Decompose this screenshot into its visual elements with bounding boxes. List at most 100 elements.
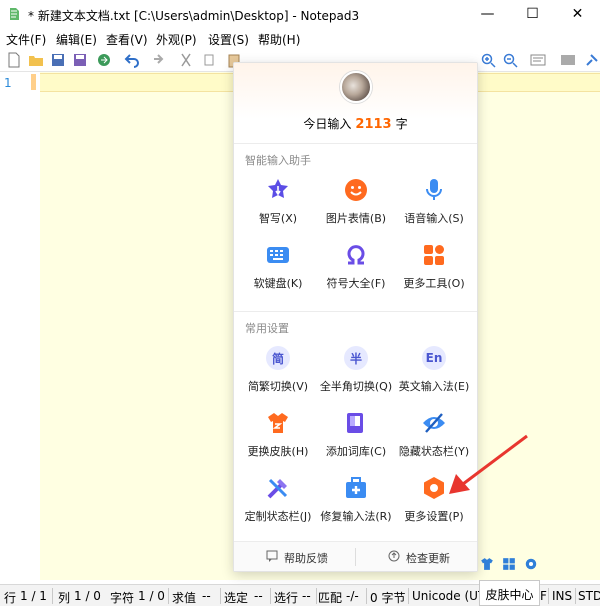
item-label: 英文输入法(E) (398, 380, 470, 393)
menu-help[interactable]: 帮助(H) (258, 31, 300, 48)
today-input-label: 今日输入 (303, 117, 352, 131)
toolbox-grid-icon[interactable] (502, 557, 516, 571)
item-label: 软键盘(K) (253, 277, 303, 290)
hexagon-settings-icon (424, 477, 444, 499)
panel-footer: 帮助反馈 检查更新 (234, 541, 477, 571)
footer-divider (355, 548, 356, 566)
item-english-input[interactable]: En 英文输入法(E) (394, 346, 474, 408)
item-label: 隐藏状态栏(Y) (398, 445, 470, 458)
status-selrows-value: -- (302, 589, 311, 603)
tools-icon (267, 478, 288, 499)
redo-icon[interactable] (148, 52, 164, 68)
keyboard-icon (267, 247, 289, 263)
update-icon (388, 550, 400, 562)
section-common-settings: 常用设置 (245, 322, 289, 335)
item-more-settings[interactable]: 更多设置(P) (394, 476, 474, 538)
undo-icon[interactable] (124, 52, 140, 68)
item-label: 语音输入(S) (404, 212, 464, 225)
item-label: 定制状态栏(J) (244, 510, 312, 523)
status-insert-mode[interactable]: INS (552, 589, 572, 603)
notepad3-window: * 新建文本文档.txt [C:\Users\admin\Desktop] - … (0, 0, 600, 606)
status-separator (548, 588, 549, 604)
word-wrap-icon[interactable] (530, 52, 546, 68)
minimize-button[interactable]: — (465, 0, 510, 28)
medkit-icon (346, 477, 366, 498)
status-char-label: 字符 (110, 591, 135, 605)
browse-icon[interactable] (96, 52, 112, 68)
status-row-value: 1 / 1 (20, 589, 47, 603)
window-title: * 新建文本文档.txt [C:\Users\admin\Desktop] - … (28, 9, 360, 23)
item-label: 更多工具(O) (403, 277, 465, 290)
item-hide-status-bar[interactable]: 隐藏状态栏(Y) (394, 411, 474, 473)
panel-divider (234, 311, 477, 312)
line-number: 1 (4, 76, 12, 90)
section-smart-assistant: 智能输入助手 (245, 154, 311, 167)
status-selrows-label: 选行 (274, 591, 299, 605)
save-icon[interactable] (50, 52, 66, 68)
item-add-dictionary[interactable]: 添加词库(C) (316, 411, 396, 473)
user-avatar[interactable] (340, 71, 372, 103)
microphone-icon (426, 179, 442, 200)
status-separator (168, 588, 169, 604)
status-selection-label: 选定 (224, 591, 249, 605)
status-bytes: 0 字节 (370, 591, 406, 605)
status-separator (52, 588, 53, 604)
open-folder-icon[interactable] (28, 52, 44, 68)
item-symbols[interactable]: 符号大全(F) (316, 243, 396, 305)
item-label: 简繁切换(V) (247, 380, 309, 393)
today-input-count: 今日输入 2113 字 (234, 115, 477, 132)
settings-gear-icon[interactable] (524, 557, 538, 571)
status-eol[interactable]: F (540, 589, 547, 603)
item-soft-keyboard[interactable]: 软键盘(K) (238, 243, 318, 305)
item-image-emoji[interactable]: 图片表情(B) (316, 178, 396, 240)
book-icon (347, 413, 363, 433)
status-char-value: 1 / 0 (138, 589, 165, 603)
feedback-icon (266, 550, 278, 562)
item-label: 符号大全(F) (326, 277, 386, 290)
item-change-skin[interactable]: 更换皮肤(H) (238, 411, 318, 473)
status-encoding[interactable]: Unicode (UT (412, 589, 485, 603)
today-input-number: 2113 (355, 117, 392, 132)
item-custom-status-bar[interactable]: 定制状态栏(J) (238, 476, 318, 538)
panel-divider (234, 143, 477, 144)
grid-tools-icon (424, 245, 444, 265)
ime-toolbox-panel: 今日输入 2113 字 智能输入助手 智写(X) 图片表情(B) 语音输入(S) 软… (233, 62, 478, 572)
change-marker (31, 74, 36, 90)
help-feedback-button[interactable]: 帮助反馈 (284, 550, 328, 566)
item-label: 智写(X) (258, 212, 298, 225)
skin-center-tooltip: 皮肤中心 (479, 580, 540, 606)
status-col-label: 列 (58, 591, 71, 605)
item-smart-write[interactable]: 智写(X) (238, 178, 318, 240)
eye-hidden-icon (423, 413, 445, 433)
pin-icon[interactable] (584, 52, 600, 68)
screen-icon[interactable] (560, 52, 576, 68)
menu-appearance[interactable]: 外观(P) (156, 31, 197, 48)
item-full-half-width[interactable]: 半 全半角切换(Q) (316, 346, 396, 408)
item-label: 更多设置(P) (404, 510, 464, 523)
new-file-icon[interactable] (6, 52, 22, 68)
skin-shirt-icon[interactable] (480, 557, 494, 571)
item-label: 添加词库(C) (325, 445, 387, 458)
omega-icon (347, 245, 365, 265)
menu-settings[interactable]: 设置(S) (208, 31, 249, 48)
status-row-label: 行 (4, 591, 17, 605)
save-as-icon[interactable] (72, 52, 88, 68)
menu-view[interactable]: 查看(V) (106, 31, 148, 48)
menu-file[interactable]: 文件(F) (6, 31, 46, 48)
check-update-button[interactable]: 检查更新 (406, 550, 450, 566)
zoom-out-icon[interactable] (502, 52, 518, 68)
item-simplified-traditional[interactable]: 简 简繁切换(V) (238, 346, 318, 408)
status-lexer[interactable]: STD (578, 589, 600, 603)
zoom-in-icon[interactable] (480, 52, 496, 68)
maximize-button[interactable]: ☐ (510, 0, 555, 28)
item-more-tools[interactable]: 更多工具(O) (394, 243, 474, 305)
menu-edit[interactable]: 编辑(E) (56, 31, 97, 48)
item-voice-input[interactable]: 语音输入(S) (394, 178, 474, 240)
item-repair-ime[interactable]: 修复输入法(R) (316, 476, 396, 538)
close-button[interactable]: ✕ (555, 0, 600, 28)
copy-icon[interactable] (202, 52, 218, 68)
status-selection-value: -- (254, 589, 263, 603)
status-separator (366, 588, 367, 604)
cut-icon[interactable] (178, 52, 194, 68)
ban-icon: 半 (344, 346, 368, 370)
